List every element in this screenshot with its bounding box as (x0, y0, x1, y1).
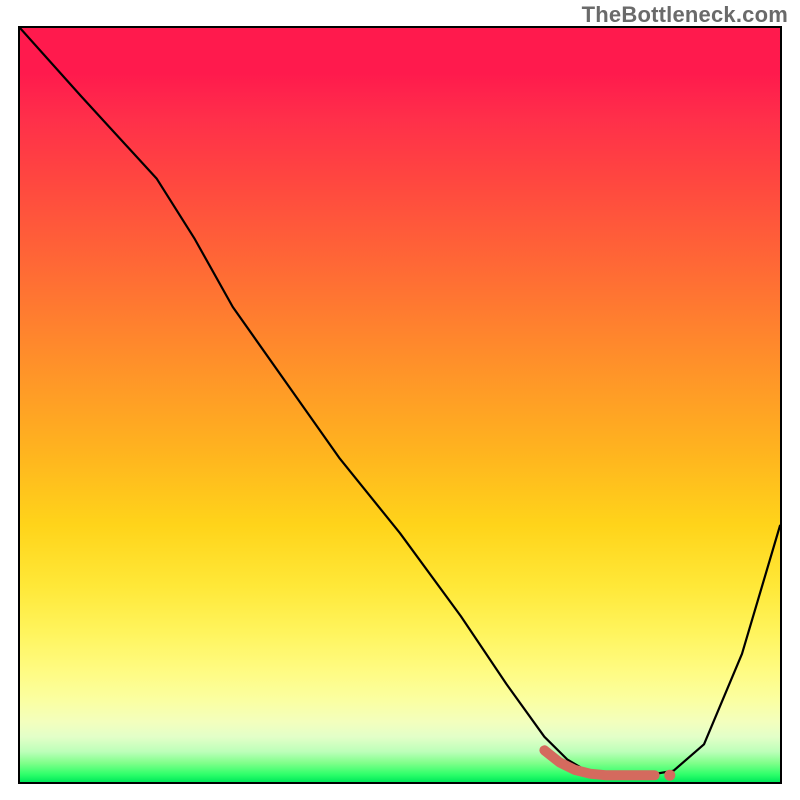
chart-root: TheBottleneck.com (0, 0, 800, 800)
watermark-text: TheBottleneck.com (582, 2, 788, 28)
plot-area (18, 26, 782, 784)
accent-dot (664, 770, 675, 781)
main-curve (20, 28, 780, 776)
curve-overlay (20, 28, 780, 782)
